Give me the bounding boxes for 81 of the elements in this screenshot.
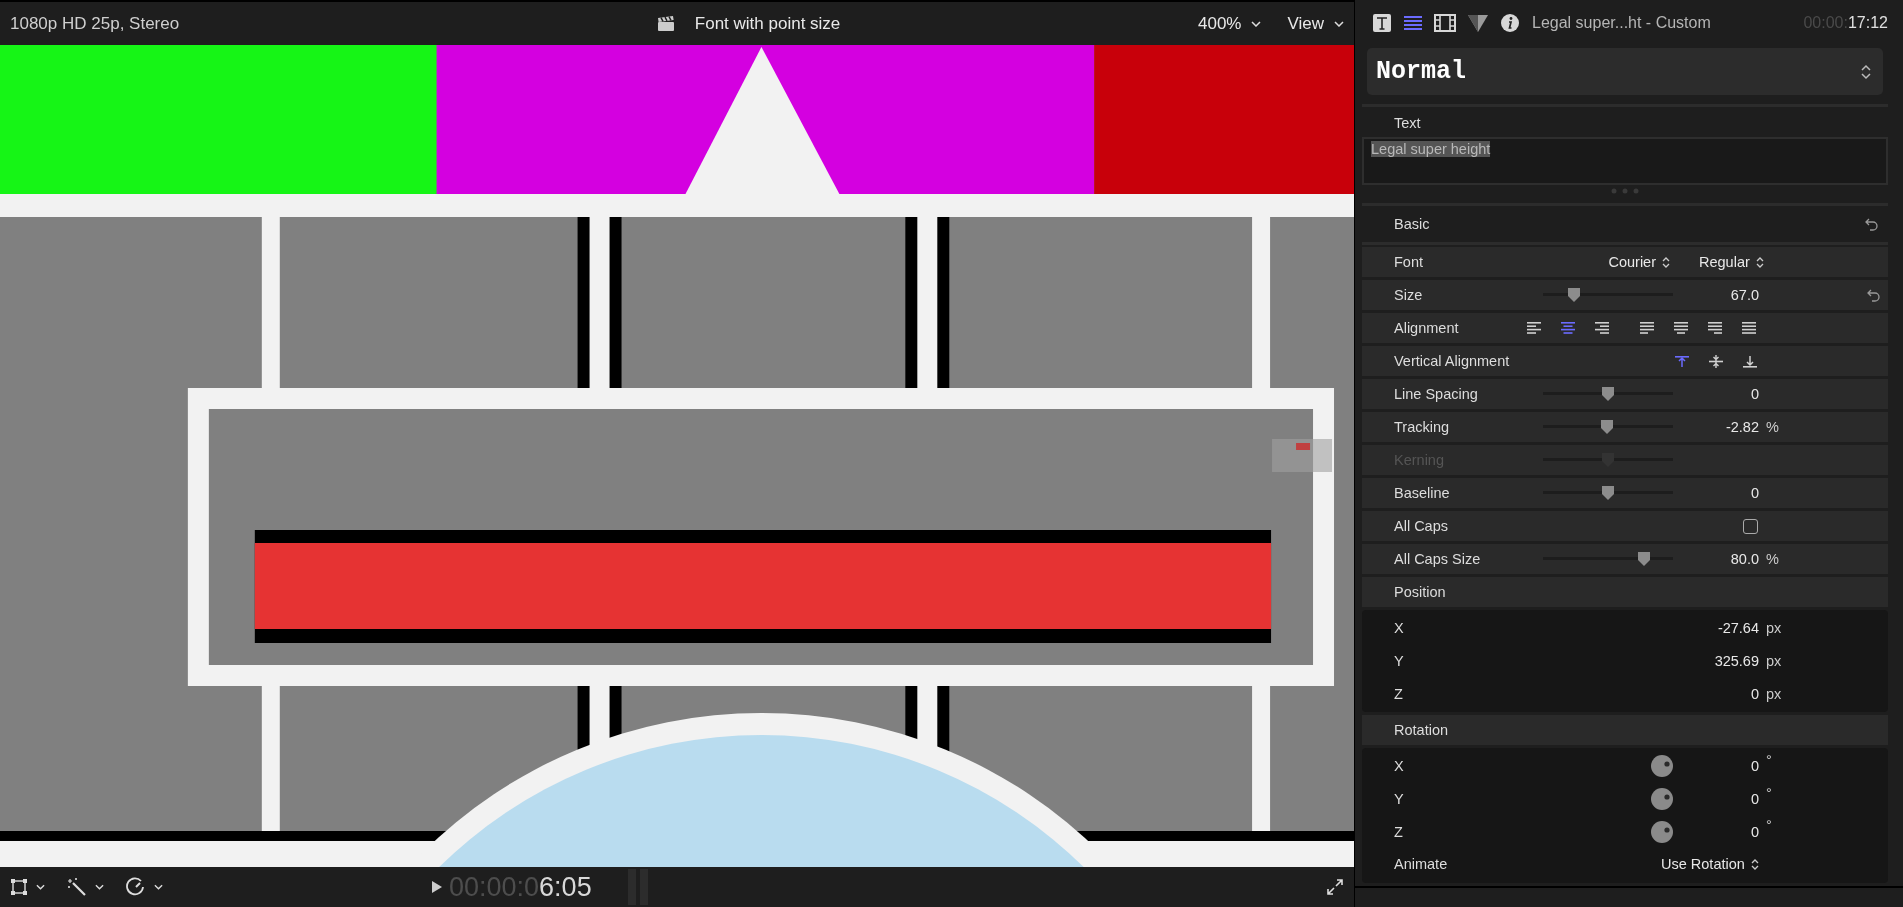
caret-icon[interactable] — [36, 884, 45, 890]
section-heading: Position — [1393, 584, 1446, 600]
value-field[interactable]: 67.0 — [1730, 287, 1759, 303]
stepper-arrows-icon — [1750, 857, 1759, 871]
project-title: Font with point size — [694, 13, 841, 34]
slider-thumb[interactable] — [1567, 287, 1582, 303]
popup-menu[interactable]: Regular — [1699, 254, 1764, 270]
property-label: Vertical Alignment — [1393, 353, 1510, 369]
caret-icon[interactable] — [95, 884, 104, 890]
property-label: All Caps — [1393, 518, 1448, 534]
transform-icon[interactable] — [10, 878, 28, 896]
axis-label: X — [1393, 620, 1404, 637]
property-label: Baseline — [1393, 485, 1450, 501]
rotation-dial[interactable] — [1651, 820, 1673, 843]
clip-name: Legal super...ht - Custom — [1532, 13, 1712, 32]
resize-handle-icon[interactable] — [1610, 188, 1640, 194]
preset-dropdown[interactable]: Normal — [1367, 48, 1883, 95]
unit-label: ° — [1765, 783, 1773, 801]
unit-label: ° — [1765, 751, 1773, 769]
unit-label: px — [1765, 620, 1783, 637]
text-field[interactable]: Legal super height — [1362, 137, 1888, 185]
clapperboard-icon — [656, 15, 675, 32]
popup-menu[interactable]: Use Rotation — [1661, 856, 1759, 873]
unit-label: % — [1765, 419, 1780, 435]
stepper-arrows-icon — [1662, 255, 1670, 269]
value-field[interactable]: 0 — [1750, 823, 1759, 840]
reset-icon[interactable] — [1864, 217, 1878, 231]
value-field[interactable]: 0 — [1750, 485, 1759, 501]
view-menu[interactable]: View — [1287, 13, 1344, 34]
slider-thumb[interactable] — [1601, 485, 1615, 501]
unit-label: ° — [1765, 816, 1773, 834]
value-field[interactable]: 80.0 — [1730, 551, 1759, 567]
property-label: Font — [1393, 254, 1423, 270]
caret-icon — [1251, 20, 1262, 27]
value-field[interactable]: 0 — [1750, 386, 1759, 402]
rotation-dial[interactable] — [1651, 788, 1673, 811]
video-tab[interactable] — [1434, 13, 1456, 32]
unit-label: px — [1765, 685, 1783, 702]
axis-label: Y — [1393, 791, 1404, 808]
property-label: Alignment — [1393, 320, 1459, 336]
text-tab[interactable] — [1403, 13, 1423, 32]
fullscreen-icon[interactable] — [1326, 878, 1344, 896]
axis-label: Z — [1393, 823, 1403, 840]
value-field[interactable]: -2.82 — [1725, 419, 1759, 435]
popup-menu[interactable]: Courier — [1608, 254, 1670, 270]
section-heading: Basic — [1394, 216, 1430, 232]
rotation-dial[interactable] — [1651, 755, 1673, 778]
play-icon[interactable] — [431, 880, 443, 894]
value-field[interactable]: 0 — [1750, 791, 1759, 808]
property-label: Size — [1393, 287, 1423, 303]
color-tab[interactable] — [1467, 12, 1489, 33]
caret-icon — [1334, 20, 1344, 27]
value-field[interactable]: 0 — [1750, 685, 1759, 702]
unit-label: px — [1765, 653, 1783, 670]
stepper-arrows-icon — [1861, 63, 1871, 80]
section-heading: Text — [1393, 114, 1422, 133]
slider-thumb[interactable] — [1601, 386, 1615, 402]
slider-thumb[interactable] — [1637, 551, 1652, 567]
value-field[interactable]: -27.64 — [1717, 620, 1759, 637]
value-field[interactable]: 325.69 — [1714, 653, 1759, 670]
zoom-menu[interactable]: 400% — [1197, 13, 1262, 34]
checkbox[interactable] — [1743, 518, 1758, 534]
axis-label: Z — [1393, 685, 1403, 702]
unit-label: % — [1765, 551, 1780, 567]
title-tab[interactable] — [1372, 12, 1392, 33]
axis-label: Y — [1393, 653, 1404, 670]
property-label: Tracking — [1393, 419, 1450, 435]
magic-wand-icon[interactable] — [67, 877, 87, 897]
stepper-arrows-icon — [1755, 255, 1764, 269]
format-label: 1080p HD 25p, Stereo — [10, 13, 180, 34]
property-label: All Caps Size — [1393, 551, 1481, 567]
info-tab[interactable] — [1500, 12, 1520, 33]
axis-label: X — [1393, 758, 1404, 775]
reset-icon[interactable] — [1866, 288, 1880, 302]
caret-icon[interactable] — [154, 884, 163, 890]
speedometer-icon[interactable] — [126, 877, 146, 897]
property-label: Line Spacing — [1393, 386, 1478, 402]
value-field[interactable]: 0 — [1750, 758, 1759, 775]
section-heading: Rotation — [1393, 722, 1448, 739]
slider-thumb[interactable] — [1599, 419, 1614, 435]
property-label: Animate — [1393, 856, 1448, 873]
